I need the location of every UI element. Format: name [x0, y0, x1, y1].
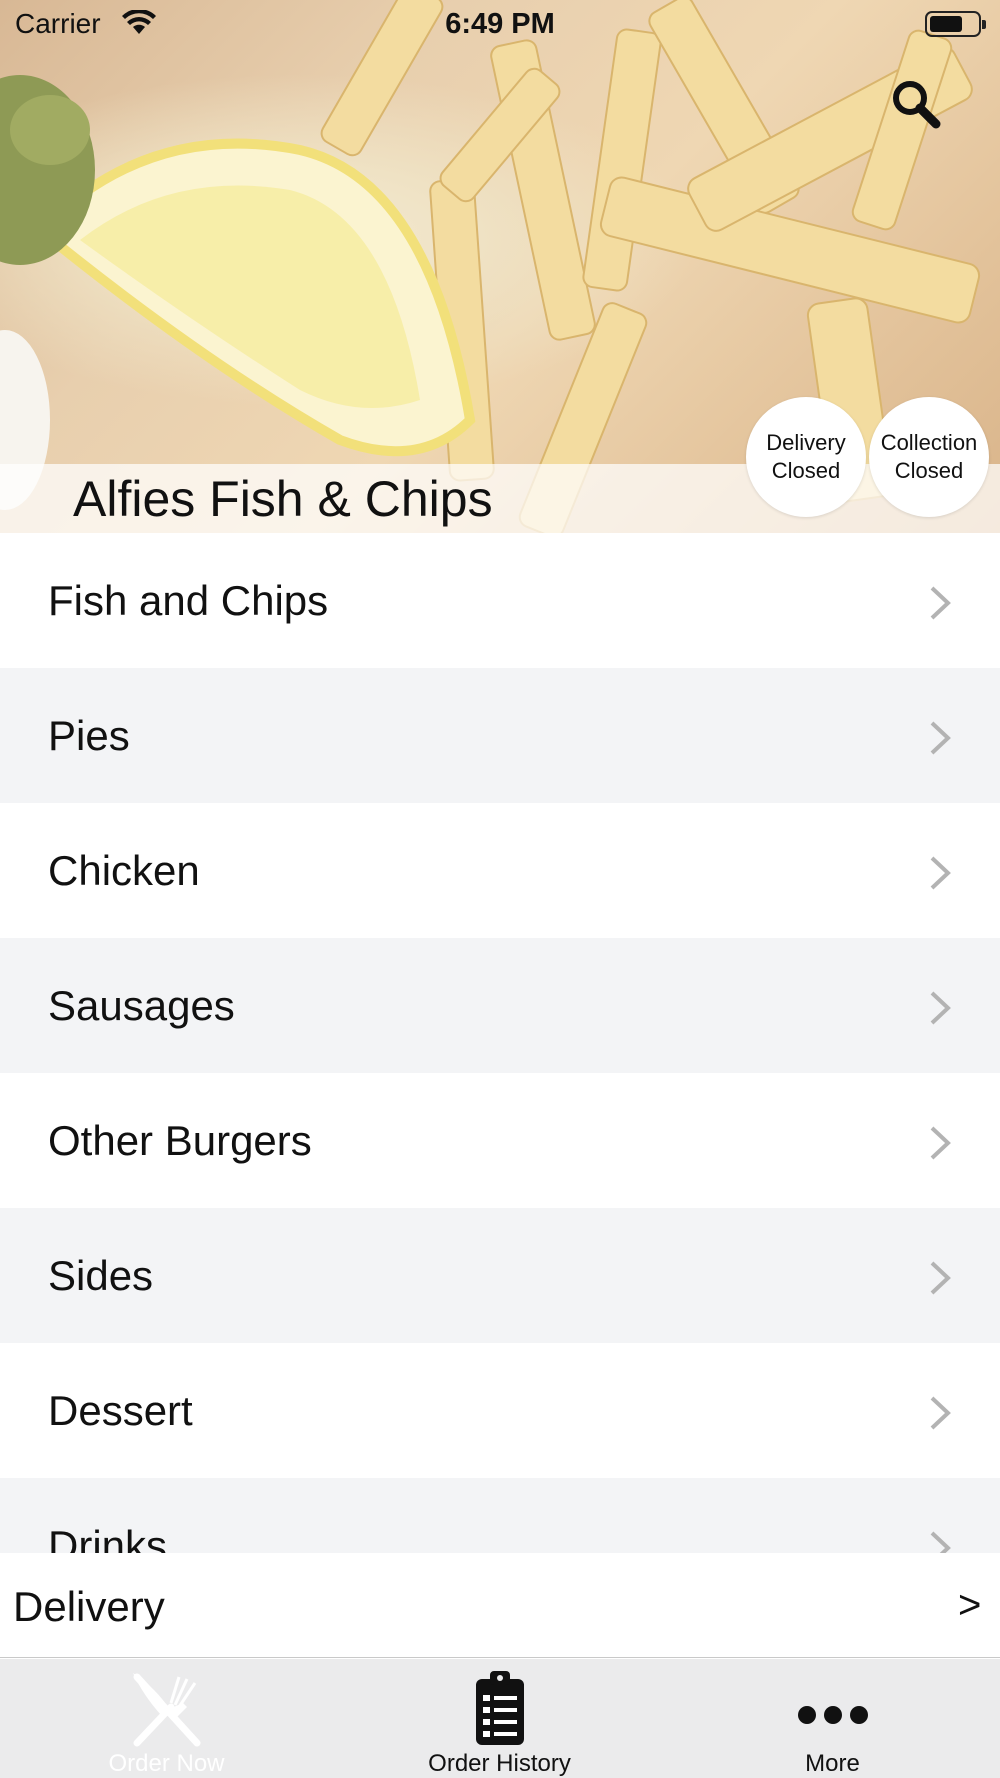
- chevron-right-icon: [930, 856, 951, 890]
- menu-category-dessert[interactable]: Dessert: [0, 1343, 1000, 1478]
- search-icon[interactable]: [888, 76, 942, 130]
- collection-status-value: Closed: [894, 458, 964, 483]
- chevron-right-icon: [930, 1531, 951, 1553]
- tab-order-history[interactable]: Order History: [333, 1659, 666, 1778]
- menu-category-fish-and-chips[interactable]: Fish and Chips: [0, 533, 1000, 668]
- delivery-status-badge: Delivery Closed: [746, 397, 866, 517]
- status-bar: Carrier 6:49 PM: [0, 0, 1000, 50]
- order-type-arrow: >: [958, 1583, 982, 1627]
- chevron-right-icon: [930, 721, 951, 755]
- delivery-status-title: Delivery: [766, 430, 846, 455]
- tab-more[interactable]: More: [666, 1659, 999, 1778]
- menu-category-label: Chicken: [48, 847, 200, 894]
- menu-category-drinks[interactable]: Drinks: [0, 1478, 1000, 1553]
- menu-category-label: Drinks: [48, 1522, 168, 1553]
- tab-order-now[interactable]: Order Now: [0, 1659, 333, 1778]
- menu-category-label: Sides: [48, 1252, 154, 1299]
- chevron-right-icon: [930, 586, 951, 620]
- collection-status-title: Collection: [880, 430, 978, 455]
- menu-category-pies[interactable]: Pies: [0, 668, 1000, 803]
- clock: 6:49 PM: [445, 8, 555, 40]
- delivery-status-value: Closed: [771, 458, 841, 483]
- menu-category-label: Other Burgers: [48, 1117, 312, 1164]
- order-type-label: Delivery: [13, 1583, 165, 1630]
- menu-category-chicken[interactable]: Chicken: [0, 803, 1000, 938]
- clipboard-icon: [475, 1671, 524, 1745]
- battery-fill: [930, 16, 962, 32]
- restaurant-name: Alfies Fish & Chips: [73, 471, 493, 527]
- menu-category-sides[interactable]: Sides: [0, 1208, 1000, 1343]
- collection-status-badge: Collection Closed: [869, 397, 989, 517]
- tab-label: More: [805, 1750, 860, 1777]
- chevron-right-icon: [930, 1126, 951, 1160]
- fork-knife-icon: [132, 1673, 200, 1747]
- menu-category-list[interactable]: Fish and Chips Pies Chicken Sausages Oth…: [0, 533, 1000, 1553]
- tab-label: Order Now: [108, 1750, 225, 1777]
- menu-category-other-burgers[interactable]: Other Burgers: [0, 1073, 1000, 1208]
- menu-category-label: Dessert: [48, 1387, 193, 1434]
- menu-category-sausages[interactable]: Sausages: [0, 938, 1000, 1073]
- more-dots-icon: [797, 1706, 868, 1724]
- menu-category-label: Pies: [48, 712, 130, 759]
- tab-bar: Order Now Order History More: [0, 1659, 1000, 1778]
- chevron-right-icon: [930, 1261, 951, 1295]
- battery-nub: [982, 20, 986, 29]
- battery-icon: [925, 11, 986, 37]
- tab-label: Order History: [428, 1750, 571, 1777]
- menu-category-label: Sausages: [48, 982, 235, 1029]
- hero-banner: Carrier 6:49 PM Alfies Fish & Chips Deli…: [0, 0, 1000, 533]
- menu-category-label: Fish and Chips: [48, 577, 329, 624]
- chevron-right-icon: [930, 991, 951, 1025]
- chevron-right-icon: [930, 1396, 951, 1430]
- order-type-selector[interactable]: Delivery >: [0, 1553, 1000, 1658]
